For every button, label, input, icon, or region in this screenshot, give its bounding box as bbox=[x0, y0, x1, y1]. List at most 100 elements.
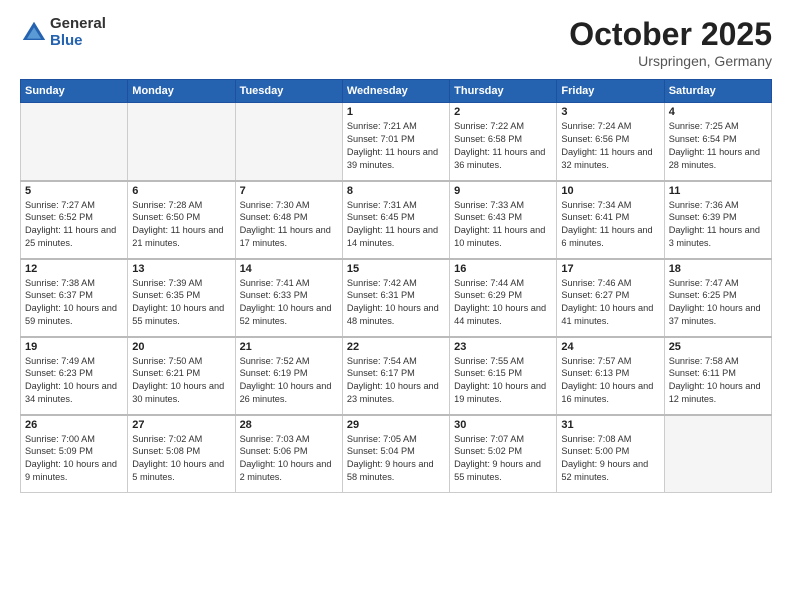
day-number: 28 bbox=[240, 419, 338, 431]
day-number: 27 bbox=[132, 419, 230, 431]
day-info: Sunrise: 7:08 AM Sunset: 5:00 PM Dayligh… bbox=[561, 433, 659, 485]
day-info: Sunrise: 7:00 AM Sunset: 5:09 PM Dayligh… bbox=[25, 433, 123, 485]
day-number: 25 bbox=[669, 341, 767, 353]
col-tuesday: Tuesday bbox=[235, 80, 342, 103]
day-number: 21 bbox=[240, 341, 338, 353]
day-number: 15 bbox=[347, 263, 445, 275]
day-info: Sunrise: 7:07 AM Sunset: 5:02 PM Dayligh… bbox=[454, 433, 552, 485]
calendar-week-row: 1 Sunrise: 7:21 AM Sunset: 7:01 PM Daylig… bbox=[21, 103, 772, 181]
day-info: Sunrise: 7:25 AM Sunset: 6:54 PM Dayligh… bbox=[669, 120, 767, 172]
day-info: Sunrise: 7:03 AM Sunset: 5:06 PM Dayligh… bbox=[240, 433, 338, 485]
day-number: 10 bbox=[561, 185, 659, 197]
day-info: Sunrise: 7:28 AM Sunset: 6:50 PM Dayligh… bbox=[132, 199, 230, 251]
day-info: Sunrise: 7:52 AM Sunset: 6:19 PM Dayligh… bbox=[240, 355, 338, 407]
day-number: 4 bbox=[669, 106, 767, 118]
table-row: 11 Sunrise: 7:36 AM Sunset: 6:39 PM Dayli… bbox=[664, 181, 771, 259]
table-row: 21 Sunrise: 7:52 AM Sunset: 6:19 PM Dayli… bbox=[235, 337, 342, 415]
table-row: 22 Sunrise: 7:54 AM Sunset: 6:17 PM Dayli… bbox=[342, 337, 449, 415]
table-row: 19Sunrise: 7:49 AM Sunset: 6:23 PM Dayli… bbox=[21, 337, 128, 415]
table-row: 18 Sunrise: 7:47 AM Sunset: 6:25 PM Dayli… bbox=[664, 259, 771, 337]
day-number: 9 bbox=[454, 185, 552, 197]
table-row: 7 Sunrise: 7:30 AM Sunset: 6:48 PM Daylig… bbox=[235, 181, 342, 259]
day-number: 30 bbox=[454, 419, 552, 431]
logo-text: General Blue bbox=[50, 16, 106, 49]
day-number: 12 bbox=[25, 263, 123, 275]
table-row: 24Sunrise: 7:57 AM Sunset: 6:13 PM Dayli… bbox=[557, 337, 664, 415]
day-number: 23 bbox=[454, 341, 552, 353]
table-row: 25Sunrise: 7:58 AM Sunset: 6:11 PM Dayli… bbox=[664, 337, 771, 415]
day-number: 16 bbox=[454, 263, 552, 275]
day-number: 7 bbox=[240, 185, 338, 197]
calendar-week-row: 5Sunrise: 7:27 AM Sunset: 6:52 PM Daylig… bbox=[21, 181, 772, 259]
day-info: Sunrise: 7:50 AM Sunset: 6:21 PM Dayligh… bbox=[132, 355, 230, 407]
table-row: 6 Sunrise: 7:28 AM Sunset: 6:50 PM Daylig… bbox=[128, 181, 235, 259]
day-info: Sunrise: 7:46 AM Sunset: 6:27 PM Dayligh… bbox=[561, 277, 659, 329]
day-info: Sunrise: 7:41 AM Sunset: 6:33 PM Dayligh… bbox=[240, 277, 338, 329]
table-row: 26 Sunrise: 7:00 AM Sunset: 5:09 PM Dayli… bbox=[21, 415, 128, 493]
table-row: 31 Sunrise: 7:08 AM Sunset: 5:00 PM Dayli… bbox=[557, 415, 664, 493]
table-row: 4 Sunrise: 7:25 AM Sunset: 6:54 PM Daylig… bbox=[664, 103, 771, 181]
logo-blue: Blue bbox=[50, 33, 106, 50]
day-info: Sunrise: 7:02 AM Sunset: 5:08 PM Dayligh… bbox=[132, 433, 230, 485]
col-friday: Friday bbox=[557, 80, 664, 103]
calendar-header-row: Sunday Monday Tuesday Wednesday Thursday… bbox=[21, 80, 772, 103]
table-row: 9 Sunrise: 7:33 AM Sunset: 6:43 PM Daylig… bbox=[450, 181, 557, 259]
table-row: 28 Sunrise: 7:03 AM Sunset: 5:06 PM Dayli… bbox=[235, 415, 342, 493]
table-row: 30 Sunrise: 7:07 AM Sunset: 5:02 PM Dayli… bbox=[450, 415, 557, 493]
table-row: 8Sunrise: 7:31 AM Sunset: 6:45 PM Daylig… bbox=[342, 181, 449, 259]
title-block: October 2025 Urspringen, Germany bbox=[569, 16, 772, 69]
col-thursday: Thursday bbox=[450, 80, 557, 103]
day-info: Sunrise: 7:55 AM Sunset: 6:15 PM Dayligh… bbox=[454, 355, 552, 407]
month-title: October 2025 bbox=[569, 16, 772, 53]
day-info: Sunrise: 7:47 AM Sunset: 6:25 PM Dayligh… bbox=[669, 277, 767, 329]
location-subtitle: Urspringen, Germany bbox=[569, 53, 772, 69]
calendar-table: Sunday Monday Tuesday Wednesday Thursday… bbox=[20, 79, 772, 493]
day-info: Sunrise: 7:54 AM Sunset: 6:17 PM Dayligh… bbox=[347, 355, 445, 407]
day-number: 29 bbox=[347, 419, 445, 431]
col-sunday: Sunday bbox=[21, 80, 128, 103]
day-number: 11 bbox=[669, 185, 767, 197]
logo: General Blue bbox=[20, 16, 106, 49]
table-row bbox=[664, 415, 771, 493]
day-info: Sunrise: 7:22 AM Sunset: 6:58 PM Dayligh… bbox=[454, 120, 552, 172]
calendar-week-row: 26 Sunrise: 7:00 AM Sunset: 5:09 PM Dayli… bbox=[21, 415, 772, 493]
day-number: 22 bbox=[347, 341, 445, 353]
day-info: Sunrise: 7:05 AM Sunset: 5:04 PM Dayligh… bbox=[347, 433, 445, 485]
table-row: 12Sunrise: 7:38 AM Sunset: 6:37 PM Dayli… bbox=[21, 259, 128, 337]
table-row: 1 Sunrise: 7:21 AM Sunset: 7:01 PM Daylig… bbox=[342, 103, 449, 181]
table-row: 27 Sunrise: 7:02 AM Sunset: 5:08 PM Dayli… bbox=[128, 415, 235, 493]
day-number: 17 bbox=[561, 263, 659, 275]
day-number: 2 bbox=[454, 106, 552, 118]
day-number: 18 bbox=[669, 263, 767, 275]
page: General Blue October 2025 Urspringen, Ge… bbox=[0, 0, 792, 612]
day-number: 26 bbox=[25, 419, 123, 431]
table-row bbox=[128, 103, 235, 181]
day-info: Sunrise: 7:49 AM Sunset: 6:23 PM Dayligh… bbox=[25, 355, 123, 407]
day-info: Sunrise: 7:24 AM Sunset: 6:56 PM Dayligh… bbox=[561, 120, 659, 172]
table-row: 13Sunrise: 7:39 AM Sunset: 6:35 PM Dayli… bbox=[128, 259, 235, 337]
table-row: 5Sunrise: 7:27 AM Sunset: 6:52 PM Daylig… bbox=[21, 181, 128, 259]
day-info: Sunrise: 7:57 AM Sunset: 6:13 PM Dayligh… bbox=[561, 355, 659, 407]
day-info: Sunrise: 7:34 AM Sunset: 6:41 PM Dayligh… bbox=[561, 199, 659, 251]
table-row: 2 Sunrise: 7:22 AM Sunset: 6:58 PM Daylig… bbox=[450, 103, 557, 181]
table-row: 14Sunrise: 7:41 AM Sunset: 6:33 PM Dayli… bbox=[235, 259, 342, 337]
logo-general: General bbox=[50, 16, 106, 33]
table-row: 3 Sunrise: 7:24 AM Sunset: 6:56 PM Daylig… bbox=[557, 103, 664, 181]
col-saturday: Saturday bbox=[664, 80, 771, 103]
day-info: Sunrise: 7:31 AM Sunset: 6:45 PM Dayligh… bbox=[347, 199, 445, 251]
day-info: Sunrise: 7:30 AM Sunset: 6:48 PM Dayligh… bbox=[240, 199, 338, 251]
day-number: 3 bbox=[561, 106, 659, 118]
table-row bbox=[21, 103, 128, 181]
day-info: Sunrise: 7:33 AM Sunset: 6:43 PM Dayligh… bbox=[454, 199, 552, 251]
day-info: Sunrise: 7:44 AM Sunset: 6:29 PM Dayligh… bbox=[454, 277, 552, 329]
day-info: Sunrise: 7:21 AM Sunset: 7:01 PM Dayligh… bbox=[347, 120, 445, 172]
day-info: Sunrise: 7:36 AM Sunset: 6:39 PM Dayligh… bbox=[669, 199, 767, 251]
day-number: 20 bbox=[132, 341, 230, 353]
day-number: 31 bbox=[561, 419, 659, 431]
day-number: 5 bbox=[25, 185, 123, 197]
day-info: Sunrise: 7:39 AM Sunset: 6:35 PM Dayligh… bbox=[132, 277, 230, 329]
day-number: 6 bbox=[132, 185, 230, 197]
table-row: 20 Sunrise: 7:50 AM Sunset: 6:21 PM Dayli… bbox=[128, 337, 235, 415]
table-row bbox=[235, 103, 342, 181]
day-number: 1 bbox=[347, 106, 445, 118]
